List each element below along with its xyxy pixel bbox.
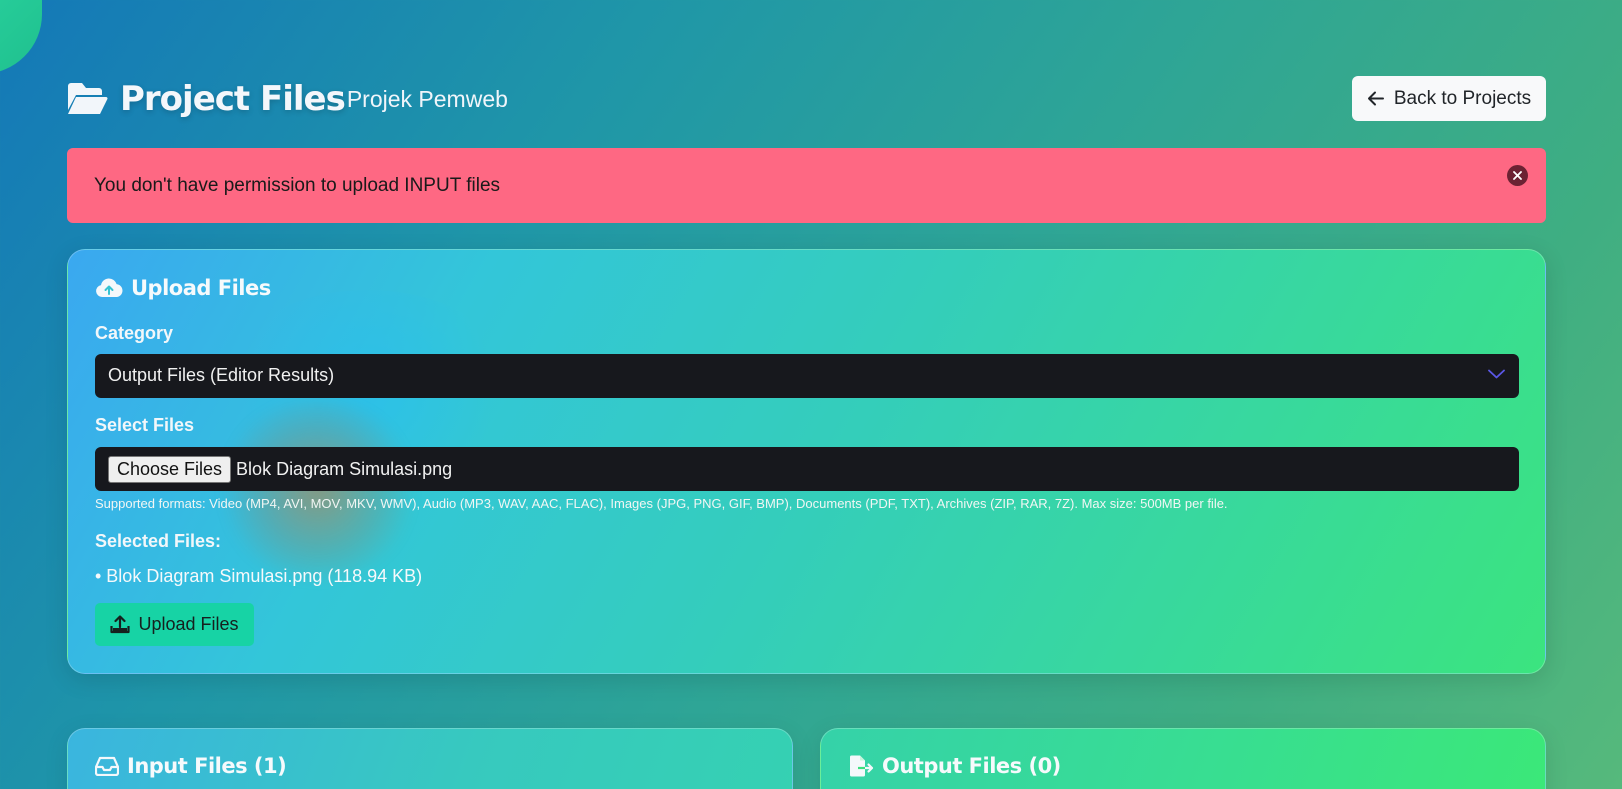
category-select-value: Output Files (Editor Results): [108, 365, 335, 385]
output-files-title-text: Output Files (0): [882, 754, 1061, 778]
decorative-corner-blob: [0, 0, 42, 74]
folder-open-icon: [68, 83, 108, 114]
chosen-file-name: Blok Diagram Simulasi.png: [236, 458, 453, 479]
input-files-title-text: Input Files (1): [127, 754, 287, 778]
category-select[interactable]: Output Files (Editor Results): [95, 354, 1519, 398]
choose-files-button[interactable]: Choose Files: [108, 455, 232, 483]
alert-close-button[interactable]: [1507, 165, 1528, 186]
upload-files-button-label: Upload Files: [138, 614, 239, 634]
chevron-down-icon: [1488, 369, 1505, 379]
file-export-icon: [850, 755, 874, 777]
upload-files-card: Upload Files Category Output Files (Edit…: [67, 249, 1546, 674]
selected-file-item: • Blok Diagram Simulasi.png (118.94 KB): [95, 566, 423, 586]
input-files-card: Input Files (1): [67, 728, 793, 789]
output-files-card: Output Files (0): [820, 728, 1546, 789]
header-title-group: Project Files Projek Pemweb: [66, 79, 508, 119]
input-files-title: Input Files (1): [95, 754, 287, 778]
output-files-title: Output Files (0): [848, 754, 1061, 778]
arrow-left-icon: [1367, 91, 1384, 106]
close-icon: [1513, 171, 1522, 180]
upload-files-button[interactable]: Upload Files: [95, 603, 254, 646]
page-title: Project Files: [120, 79, 346, 119]
permission-alert: You don't have permission to upload INPU…: [67, 148, 1546, 223]
file-input[interactable]: Choose Files Blok Diagram Simulasi.png: [95, 447, 1519, 491]
supported-formats-help: Supported formats: Video (MP4, AVI, MOV,…: [95, 496, 1228, 511]
upload-card-title-text: Upload Files: [131, 276, 271, 300]
upload-card-title: Upload Files: [95, 276, 271, 300]
alert-message: You don't have permission to upload INPU…: [94, 175, 501, 196]
selected-files-label: Selected Files:: [95, 531, 222, 551]
page-header: Project Files Projek Pemweb Back to Proj…: [66, 76, 1546, 122]
category-label: Category: [95, 323, 174, 343]
inbox-icon: [95, 756, 119, 776]
back-button-label: Back to Projects: [1393, 87, 1532, 109]
cloud-upload-icon: [96, 278, 123, 297]
upload-icon: [110, 615, 131, 634]
project-name: Projek Pemweb: [346, 85, 508, 112]
select-files-label: Select Files: [95, 415, 195, 435]
back-to-projects-button[interactable]: Back to Projects: [1352, 76, 1546, 121]
